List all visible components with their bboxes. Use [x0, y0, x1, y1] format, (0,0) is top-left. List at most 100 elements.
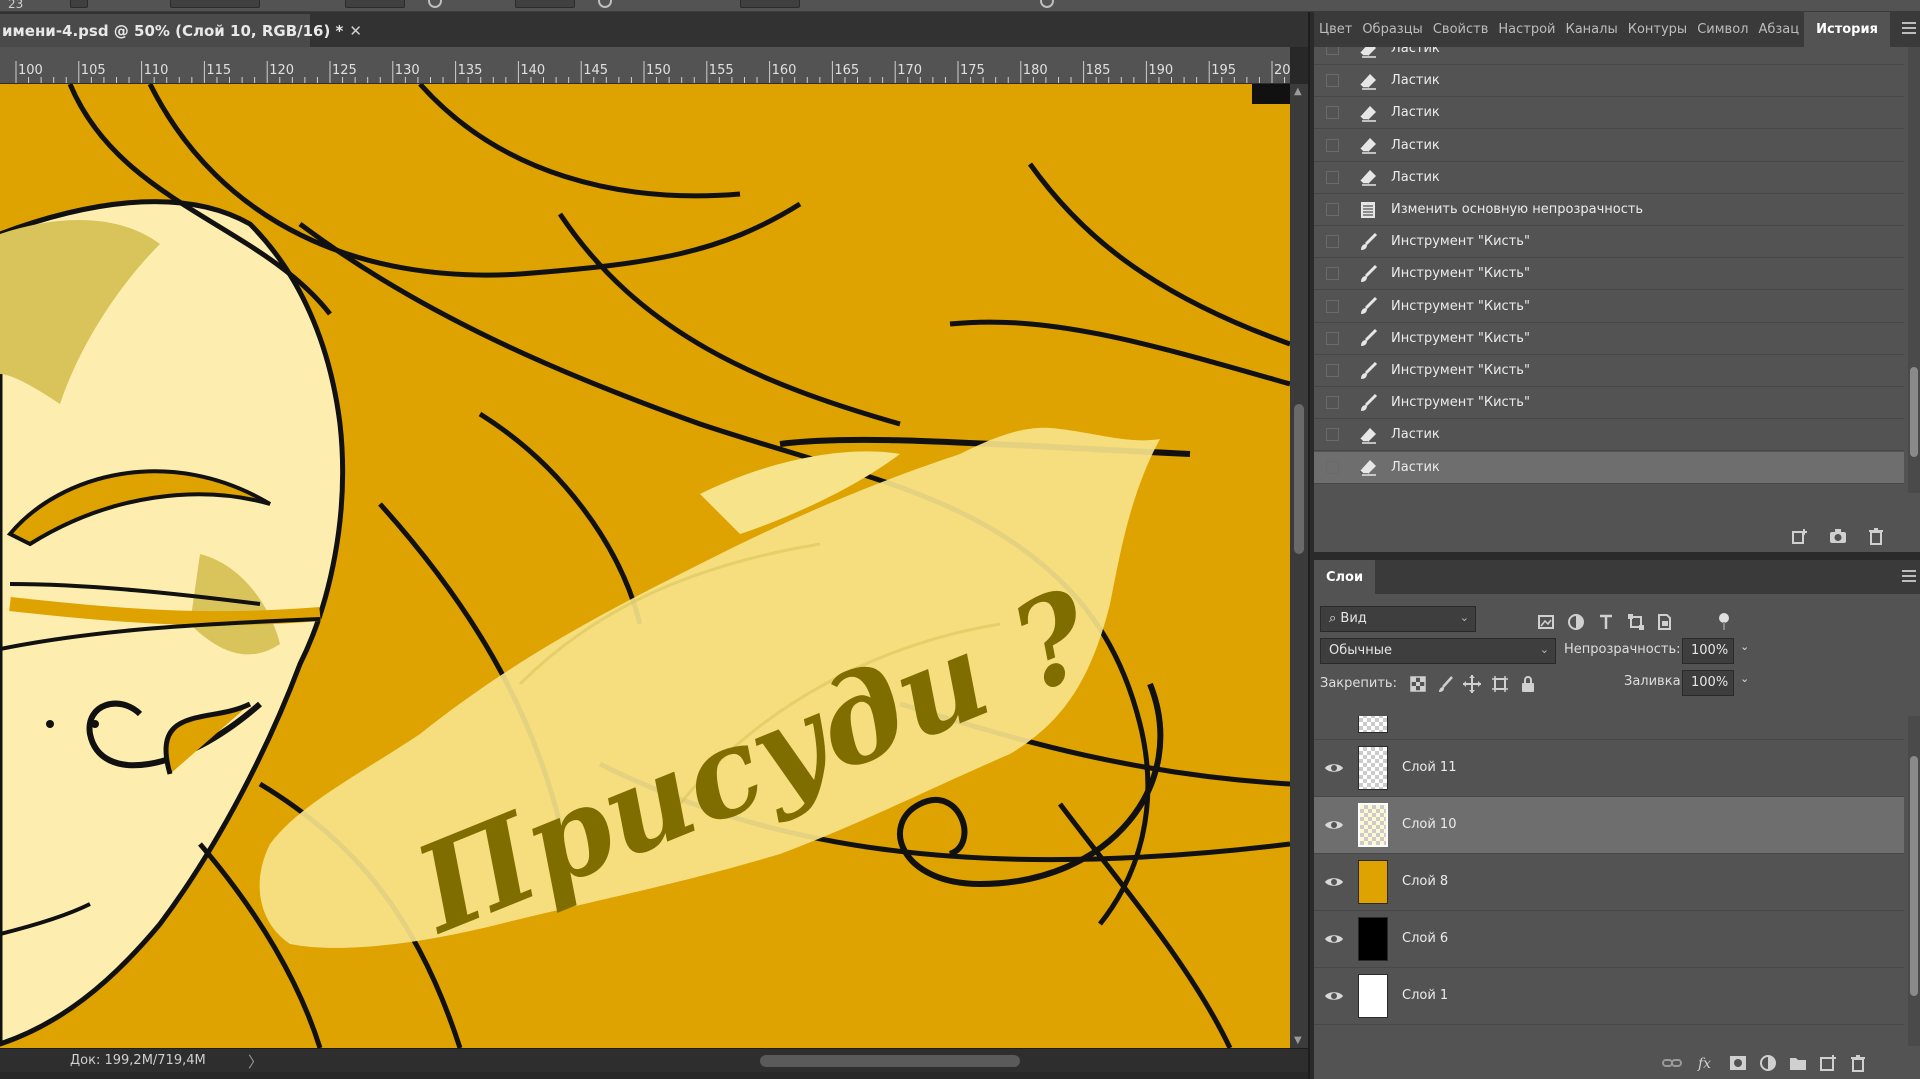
panel-tab[interactable]: История — [1804, 12, 1890, 47]
opacity-field[interactable] — [345, 0, 405, 8]
new-document-from-state-icon[interactable] — [1790, 527, 1810, 545]
lock-transparent-pixels-icon[interactable] — [1408, 674, 1428, 694]
canvas-vertical-scrollbar[interactable]: ▲ ▼ — [1290, 84, 1308, 1048]
filter-pixel-layers-icon[interactable] — [1536, 612, 1556, 632]
fill-input[interactable]: 100% — [1682, 670, 1734, 696]
history-state-row[interactable]: Ластик — [1314, 419, 1904, 452]
close-tab-icon[interactable]: ✕ — [349, 22, 362, 40]
history-state-row[interactable]: Ластик — [1314, 47, 1904, 65]
history-source-checkbox[interactable] — [1326, 460, 1339, 474]
history-scroll-thumb[interactable] — [1910, 367, 1918, 457]
history-source-checkbox[interactable] — [1326, 396, 1339, 410]
new-layer-icon[interactable] — [1818, 1054, 1838, 1072]
tool-preset-picker[interactable] — [70, 0, 88, 8]
history-source-checkbox[interactable] — [1326, 106, 1339, 120]
mode-dropdown[interactable] — [170, 0, 260, 8]
layer-row[interactable]: Слой 8 — [1314, 854, 1904, 911]
visibility-eye-icon[interactable] — [1324, 872, 1344, 892]
history-panel-menu-icon[interactable] — [1902, 22, 1916, 34]
new-adjustment-layer-icon[interactable] — [1758, 1054, 1778, 1072]
layer-row[interactable]: Слой 1 — [1314, 968, 1904, 1025]
panel-tab[interactable]: Образцы — [1357, 12, 1428, 47]
panel-tab[interactable]: Каналы — [1560, 12, 1622, 47]
lock-position-icon[interactable] — [1462, 674, 1482, 694]
history-source-checkbox[interactable] — [1326, 267, 1339, 281]
document-canvas[interactable]: Присуди ? — [0, 84, 1290, 1048]
canvas-horizontal-scrollbar[interactable] — [280, 1055, 1280, 1067]
visibility-eye-icon[interactable] — [1324, 716, 1344, 721]
document-tab[interactable]: имени-4.psd @ 50% (Слой 10, RGB/16) * ✕ — [0, 14, 362, 47]
fill-chevron-icon[interactable]: ⌄ — [1740, 672, 1749, 685]
history-source-checkbox[interactable] — [1326, 235, 1339, 249]
layer-filter-kind-dropdown[interactable]: ⌕ Вид ⌄ — [1320, 606, 1476, 632]
layer-effects-fx-icon[interactable]: fx — [1696, 1054, 1716, 1072]
history-source-checkbox[interactable] — [1326, 331, 1339, 345]
history-state-row[interactable]: Изменить основную непрозрачность — [1314, 194, 1904, 226]
panel-tab[interactable]: Цвет — [1314, 12, 1357, 47]
history-state-row[interactable]: Инструмент "Кисть" — [1314, 226, 1904, 259]
history-source-checkbox[interactable] — [1326, 203, 1339, 216]
layers-scroll-thumb[interactable] — [1910, 756, 1918, 996]
opacity-input[interactable]: 100% — [1682, 638, 1734, 664]
history-source-checkbox[interactable] — [1326, 47, 1339, 55]
panel-tab[interactable]: Контуры — [1623, 12, 1692, 47]
history-state-row[interactable]: Ластик — [1314, 65, 1904, 98]
airbrush-icon[interactable] — [598, 0, 612, 8]
history-state-row[interactable]: Ластик — [1314, 97, 1904, 130]
status-menu-arrow-icon[interactable]: 〉 — [248, 1051, 263, 1072]
filter-type-layers-icon[interactable] — [1596, 612, 1616, 632]
panel-tab[interactable]: Свойств — [1428, 12, 1494, 47]
pressure-opacity-icon[interactable] — [428, 0, 442, 8]
lock-artboard-icon[interactable] — [1490, 674, 1510, 694]
panel-tab[interactable]: Настрой — [1493, 12, 1560, 47]
layer-row[interactable]: Слой 5 — [1314, 716, 1904, 740]
filter-toggle-icon[interactable] — [1714, 612, 1734, 632]
layer-row[interactable]: Слой 11 — [1314, 740, 1904, 797]
history-source-checkbox[interactable] — [1326, 138, 1339, 152]
pressure-size-icon[interactable] — [1040, 0, 1054, 8]
history-source-checkbox[interactable] — [1326, 74, 1339, 88]
lock-all-icon[interactable] — [1518, 674, 1538, 694]
visibility-eye-icon[interactable] — [1324, 815, 1344, 835]
link-layers-icon[interactable] — [1662, 1054, 1682, 1072]
filter-shape-layers-icon[interactable] — [1626, 612, 1646, 632]
visibility-eye-icon[interactable] — [1324, 929, 1344, 949]
delete-layer-trash-icon[interactable] — [1848, 1054, 1868, 1072]
history-scrollbar[interactable] — [1908, 47, 1920, 493]
history-source-checkbox[interactable] — [1326, 364, 1339, 377]
smoothing-field[interactable] — [740, 0, 800, 8]
history-state-row[interactable]: Ластик — [1314, 162, 1904, 194]
snapshot-camera-icon[interactable] — [1828, 527, 1848, 545]
history-source-checkbox[interactable] — [1326, 428, 1339, 442]
layer-row[interactable]: Слой 10 — [1314, 797, 1904, 854]
layers-scrollbar[interactable] — [1908, 716, 1920, 1046]
history-state-row[interactable]: Ластик — [1314, 451, 1904, 484]
panel-tab[interactable]: Абзац — [1753, 12, 1804, 47]
history-source-checkbox[interactable] — [1326, 299, 1339, 313]
layers-panel-menu-icon[interactable] — [1902, 570, 1916, 582]
delete-state-trash-icon[interactable] — [1866, 527, 1886, 545]
visibility-eye-icon[interactable] — [1324, 986, 1344, 1006]
add-layer-mask-icon[interactable] — [1728, 1054, 1748, 1072]
filter-smart-object-icon[interactable] — [1654, 612, 1674, 632]
panel-tab[interactable]: Символ — [1692, 12, 1753, 47]
history-state-row[interactable]: Инструмент "Кисть" — [1314, 355, 1904, 387]
blend-mode-dropdown[interactable]: Обычные ⌄ — [1320, 638, 1556, 664]
history-source-checkbox[interactable] — [1326, 170, 1339, 184]
history-state-row[interactable]: Инструмент "Кисть" — [1314, 387, 1904, 420]
filter-adjustment-layers-icon[interactable] — [1566, 612, 1586, 632]
layer-row[interactable]: Слой 6 — [1314, 911, 1904, 968]
history-state-row[interactable]: Ластик — [1314, 130, 1904, 162]
canvas-vscroll-thumb[interactable] — [1294, 404, 1304, 554]
scroll-down-icon[interactable]: ▼ — [1294, 1035, 1302, 1046]
canvas-hscroll-thumb[interactable] — [760, 1055, 1020, 1067]
lock-image-pixels-icon[interactable] — [1436, 674, 1456, 694]
scroll-up-icon[interactable]: ▲ — [1294, 86, 1302, 97]
visibility-eye-icon[interactable] — [1324, 758, 1344, 778]
new-group-folder-icon[interactable] — [1788, 1054, 1808, 1072]
flow-field[interactable] — [515, 0, 575, 8]
history-state-row[interactable]: Инструмент "Кисть" — [1314, 258, 1904, 291]
opacity-chevron-icon[interactable]: ⌄ — [1740, 640, 1749, 653]
history-state-row[interactable]: Инструмент "Кисть" — [1314, 323, 1904, 355]
tab-layers[interactable]: Слои — [1314, 560, 1376, 594]
